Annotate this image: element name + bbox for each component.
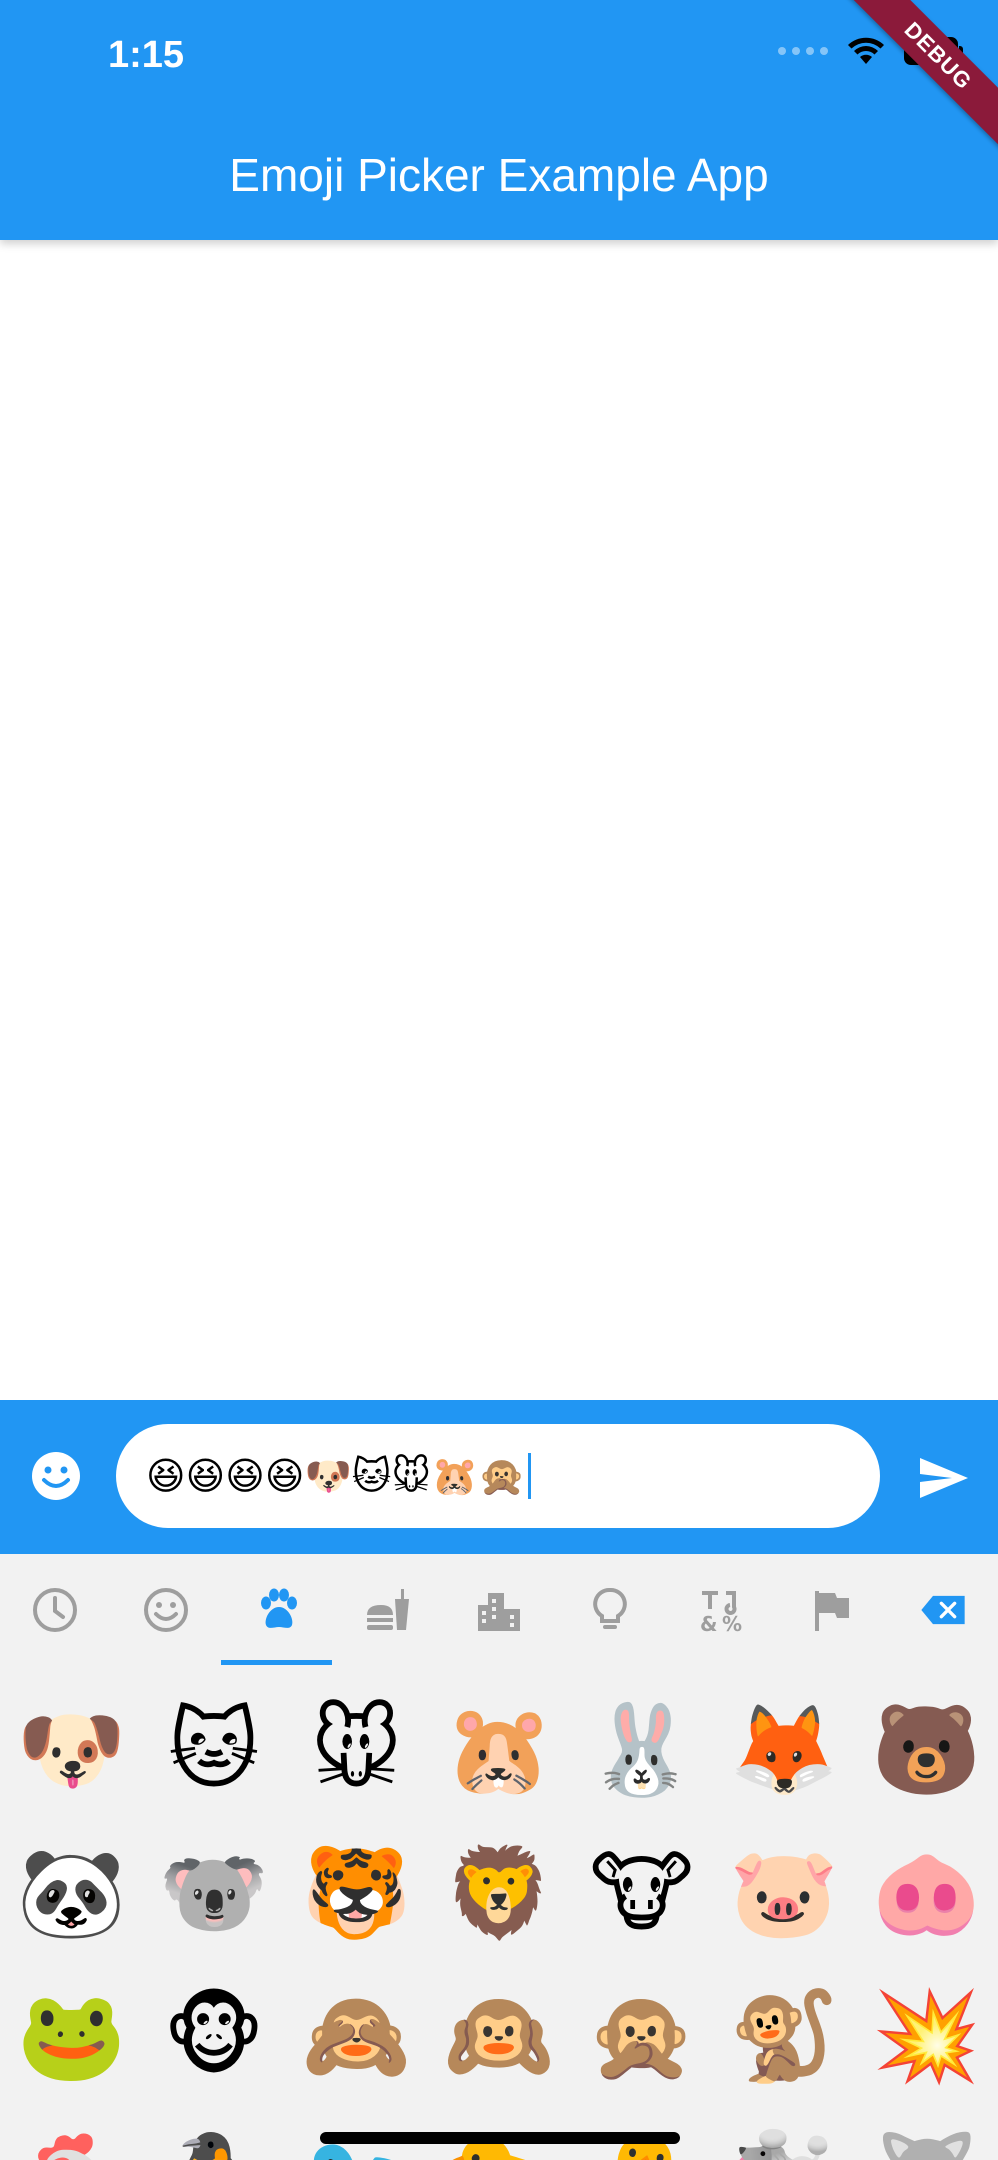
tab-backspace[interactable]: [887, 1554, 998, 1666]
emoji-cell[interactable]: 🐼: [0, 1821, 143, 1964]
send-button[interactable]: [916, 1450, 972, 1506]
emoji-cell[interactable]: 🐰: [570, 1678, 713, 1821]
smiley-face-icon: [32, 1452, 80, 1500]
emoji-cell[interactable]: 🙊: [570, 1964, 713, 2107]
emoji-cell[interactable]: 🐯: [285, 1821, 428, 1964]
emoji-cell[interactable]: 🦁: [428, 1821, 571, 1964]
tab-travel[interactable]: [444, 1554, 555, 1666]
emoji-cell[interactable]: 🐒: [713, 1964, 856, 2107]
emoji-cell[interactable]: 🐩: [713, 2107, 856, 2160]
input-bar: 😆😆😆😆🐶🐱🐭🐹🙊: [0, 1400, 998, 1554]
city-icon: [478, 1593, 520, 1631]
message-input[interactable]: 😆😆😆😆🐶🐱🐭🐹🙊: [116, 1424, 880, 1528]
emoji-cell[interactable]: 🙉: [428, 1964, 571, 2107]
emoji-cell[interactable]: 🐭: [285, 1678, 428, 1821]
paw-icon: [261, 1588, 298, 1628]
smiley-icon: [144, 1588, 189, 1632]
text-caret: [527, 1453, 531, 1499]
message-area: [0, 240, 998, 1400]
status-time: 1:15: [108, 34, 185, 76]
category-tabs: & %: [0, 1554, 998, 1666]
lightbulb-icon: [593, 1588, 627, 1629]
cellular-signal-icon: [778, 47, 828, 55]
svg-text:&: &: [700, 1612, 717, 1635]
selected-tab-indicator: [221, 1660, 332, 1665]
emoji-cell[interactable]: 🙈: [285, 1964, 428, 2107]
tab-animals[interactable]: [222, 1554, 333, 1666]
backspace-icon: [920, 1595, 965, 1625]
tab-symbols[interactable]: & %: [665, 1554, 776, 1666]
emoji-grid: 🐶🐱🐭🐹🐰🦊🐻🐼🐨🐯🦁🐮🐷🐽🐸🐵🙈🙉🙊🐒💥🐔🐧🐦🐤🐣🐩🐺: [0, 1666, 998, 2160]
emoji-cell[interactable]: 🐽: [855, 1821, 998, 1964]
svg-text:%: %: [722, 1612, 742, 1635]
screen: 1:15 Emoji Picker Example App DEBUG 😆😆😆😆…: [0, 0, 998, 2160]
tab-recent[interactable]: [0, 1554, 111, 1666]
tab-food[interactable]: [333, 1554, 444, 1666]
flag-icon: [814, 1591, 849, 1631]
emoji-cell[interactable]: 🐨: [143, 1821, 286, 1964]
message-input-value: 😆😆😆😆🐶🐱🐭🐹🙊: [146, 1454, 526, 1498]
fastfood-icon: [367, 1589, 410, 1630]
emoji-cell[interactable]: 🐶: [0, 1678, 143, 1821]
wifi-icon: [848, 37, 884, 64]
tab-smileys[interactable]: [111, 1554, 222, 1666]
symbols-icon: & %: [700, 1591, 742, 1635]
send-icon: [920, 1458, 968, 1498]
emoji-cell[interactable]: 🐺: [855, 2107, 998, 2160]
emoji-cell[interactable]: 💥: [855, 1964, 998, 2107]
emoji-cell[interactable]: 🐷: [713, 1821, 856, 1964]
tab-flags[interactable]: [776, 1554, 887, 1666]
app-bar: 1:15 Emoji Picker Example App: [0, 0, 998, 240]
emoji-cell[interactable]: 🐧: [143, 2107, 286, 2160]
emoji-cell[interactable]: 🐹: [428, 1678, 571, 1821]
emoji-cell[interactable]: 🐱: [143, 1678, 286, 1821]
emoji-cell[interactable]: 🐵: [143, 1964, 286, 2107]
emoji-cell[interactable]: 🐸: [0, 1964, 143, 2107]
emoji-toggle-button[interactable]: [30, 1450, 82, 1502]
clock-icon: [33, 1588, 78, 1632]
emoji-cell[interactable]: 🦊: [713, 1678, 856, 1821]
page-title: Emoji Picker Example App: [229, 149, 769, 201]
emoji-cell[interactable]: 🐔: [0, 2107, 143, 2160]
emoji-cell[interactable]: 🐮: [570, 1821, 713, 1964]
tab-objects[interactable]: [554, 1554, 665, 1666]
home-indicator: [320, 2132, 680, 2144]
emoji-picker: & % 🐶🐱🐭🐹🐰🦊🐻🐼🐨🐯🦁🐮🐷🐽🐸🐵🙈🙉🙊🐒💥🐔�: [0, 1554, 998, 2160]
emoji-cell[interactable]: 🐻: [855, 1678, 998, 1821]
